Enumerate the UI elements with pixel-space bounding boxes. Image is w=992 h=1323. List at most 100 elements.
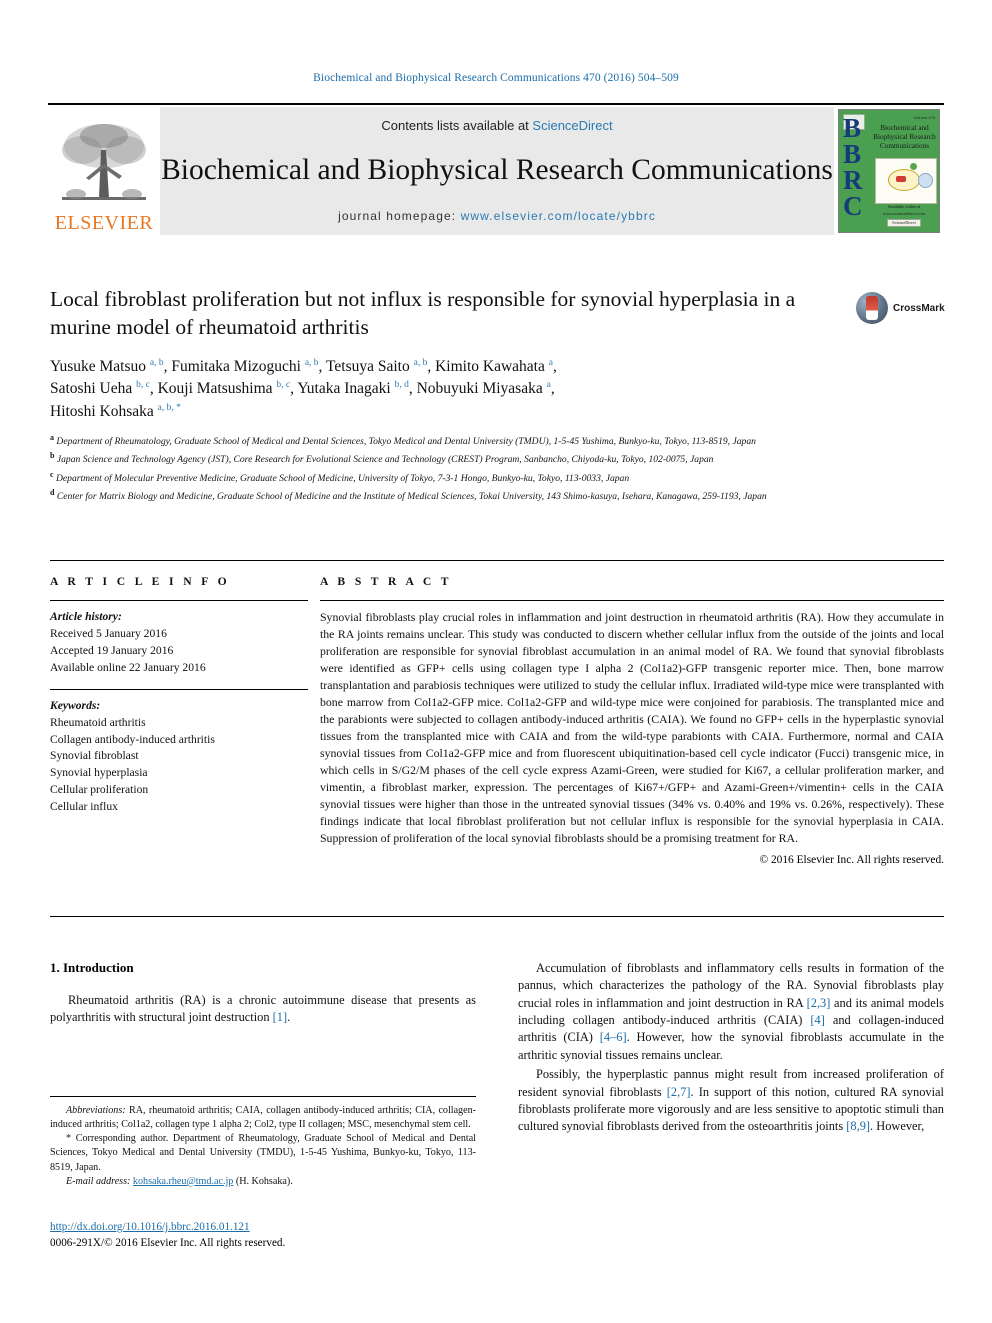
homepage-label: journal homepage: [338, 209, 461, 223]
section-divider [50, 916, 944, 917]
abstract-body: Synovial fibroblasts play crucial roles … [320, 610, 944, 845]
intro-left-text: Rheumatoid arthritis (RA) is a chronic a… [50, 993, 476, 1025]
author-affil-sup: a, b [304, 357, 319, 368]
cover-image: Volume 470 BBRC Biochemical and Biophysi… [838, 109, 940, 233]
author-affil-sup: b, c [136, 380, 150, 391]
cover-figure [875, 158, 937, 204]
affiliation-item: a Department of Rheumatology, Graduate S… [50, 432, 930, 450]
author-affil-sup: a [548, 357, 553, 368]
journal-article-page: Biochemical and Biophysical Research Com… [0, 0, 992, 1323]
affiliation-item: c Department of Molecular Preventive Med… [50, 469, 930, 487]
cover-figure-circle-icon [918, 173, 933, 188]
cover-journal-title: Biochemical and Biophysical Research Com… [873, 124, 936, 150]
journal-title: Biochemical and Biophysical Research Com… [161, 154, 833, 187]
abbreviations-footnote: Abbreviations: RA, rheumatoid arthritis;… [50, 1104, 476, 1132]
divider [50, 600, 308, 601]
author-line-1: Yusuke Matsuo a, b, Fumitaka Mizoguchi a… [50, 357, 557, 375]
abstract-heading: A B S T R A C T [320, 575, 452, 588]
affiliation-label: d [50, 487, 55, 497]
intro-left-tail: . [287, 1010, 291, 1025]
keyword-item: Cellular influx [50, 800, 118, 814]
body-column-right: Accumulation of fibroblasts and inflamma… [518, 960, 944, 1138]
article-info-heading: A R T I C L E I N F O [50, 575, 231, 588]
crossmark-badge-group[interactable]: CrossMark [856, 291, 945, 325]
citation-ref[interactable]: [4–6] [600, 1030, 627, 1044]
introduction-paragraph-right-1: Accumulation of fibroblasts and inflamma… [518, 960, 944, 1064]
affiliation-label: a [50, 433, 54, 442]
author-affil-sup: a, b [149, 357, 164, 368]
citation-ref[interactable]: [1] [273, 1010, 287, 1024]
masthead-center: Contents lists available at ScienceDirec… [160, 107, 834, 235]
cover-figure-nucleus-icon [896, 176, 906, 182]
abstract-copyright: © 2016 Elsevier Inc. All rights reserved… [759, 853, 944, 866]
cover-sciencedirect-badge: ScienceDirect [887, 218, 921, 227]
cover-volume-label: Volume 470 [913, 115, 935, 120]
citation-ref[interactable]: [4] [810, 1013, 824, 1027]
right-p2-c: . However, [870, 1119, 925, 1134]
affiliation-text: Japan Science and Technology Agency (JST… [56, 454, 714, 466]
affiliation-text: Department of Molecular Preventive Medic… [55, 472, 630, 484]
citation-ref[interactable]: [2,7] [667, 1085, 691, 1099]
abstract-column: A B S T R A C T Synovial fibroblasts pla… [320, 575, 944, 866]
keywords-label: Keywords: [50, 698, 101, 712]
author-affil-sup: a, b [413, 357, 428, 368]
contents-lists-line: Contents lists available at ScienceDirec… [381, 118, 612, 133]
issn-copyright-line: 0006-291X/© 2016 Elsevier Inc. All right… [50, 1237, 286, 1250]
cover-footer: Available online at www.sciencedirect.co… [873, 204, 935, 227]
author-affil-sup: b, d [394, 380, 409, 391]
info-abstract-section: A R T I C L E I N F O Article history: R… [50, 560, 944, 866]
affiliations-list: a Department of Rheumatology, Graduate S… [50, 432, 930, 505]
article-title: Local fibroblast proliferation but not i… [50, 287, 796, 339]
crossmark-label: CrossMark [893, 302, 945, 314]
affiliation-item: b Japan Science and Technology Agency (J… [50, 450, 930, 468]
divider [50, 688, 308, 690]
sciencedirect-link[interactable]: ScienceDirect [532, 118, 612, 133]
citation-ref[interactable]: [8,9] [846, 1119, 870, 1133]
affiliation-label: b [50, 451, 55, 461]
footnotes-block: Abbreviations: RA, rheumatoid arthritis;… [50, 1096, 476, 1189]
elsevier-tree-icon [62, 124, 146, 200]
citation-ref[interactable]: [2,3] [807, 996, 831, 1010]
email-link[interactable]: kohsaka.rheu@tmd.ac.jp [133, 1176, 233, 1187]
email-label: E-mail address: [66, 1175, 131, 1187]
keyword-item: Synovial hyperplasia [50, 766, 148, 780]
keyword-item: Rheumatoid arthritis [50, 715, 146, 729]
introduction-paragraph-left: Rheumatoid arthritis (RA) is a chronic a… [50, 992, 476, 1027]
crossmark-icon [856, 292, 888, 324]
author-line-2: Satoshi Ueha b, c, Kouji Matsushima b, c… [50, 380, 555, 398]
title-block: Local fibroblast proliferation but not i… [50, 286, 850, 423]
journal-cover-thumbnail: Volume 470 BBRC Biochemical and Biophysi… [834, 107, 944, 235]
affiliation-text: Center for Matrix Biology and Medicine, … [56, 490, 767, 502]
affiliation-item: d Center for Matrix Biology and Medicine… [50, 487, 930, 505]
article-history-item: Accepted 19 January 2016 [50, 643, 174, 657]
running-head: Biochemical and Biophysical Research Com… [313, 72, 679, 84]
article-history-label: Article history: [50, 610, 122, 623]
author-affil-sup: a, b, * [157, 402, 181, 413]
corresponding-author-footnote: * Corresponding author. Department of Rh… [50, 1132, 476, 1174]
cover-bbrc-letters: BBRC [843, 113, 862, 221]
elsevier-logo: ELSEVIER [48, 107, 160, 235]
keyword-item: Collagen antibody-induced arthritis [50, 732, 215, 746]
author-list: Yusuke Matsuo a, b, Fumitaka Mizoguchi a… [50, 356, 850, 423]
abbreviations-label: Abbreviations: [66, 1105, 126, 1116]
keyword-item: Synovial fibroblast [50, 749, 139, 763]
email-footnote: E-mail address: kohsaka.rheu@tmd.ac.jp (… [50, 1175, 476, 1189]
doi-block: http://dx.doi.org/10.1016/j.bbrc.2016.01… [50, 1219, 490, 1251]
journal-homepage-link[interactable]: www.elsevier.com/locate/ybbrc [461, 209, 656, 223]
article-history-item: Available online 22 January 2016 [50, 660, 206, 674]
article-history-block: Article history: Received 5 January 2016… [50, 609, 308, 677]
contents-prefix: Contents lists available at [381, 118, 533, 133]
divider [320, 600, 944, 601]
keyword-item: Cellular proliferation [50, 783, 149, 797]
doi-link[interactable]: http://dx.doi.org/10.1016/j.bbrc.2016.01… [50, 1221, 250, 1233]
article-history-item: Received 5 January 2016 [50, 626, 167, 640]
journal-homepage-line: journal homepage: www.elsevier.com/locat… [338, 209, 656, 223]
elsevier-wordmark: ELSEVIER [54, 212, 154, 234]
cover-footer-text: Available online at www.sciencedirect.co… [883, 204, 925, 217]
cover-figure-dot-icon [910, 163, 917, 170]
email-suffix: (H. Kohsaka). [233, 1175, 293, 1187]
keywords-block: Keywords: Rheumatoid arthritis Collagen … [50, 698, 308, 816]
corresponding-text: Corresponding author. Department of Rheu… [50, 1133, 476, 1173]
article-info-column: A R T I C L E I N F O Article history: R… [50, 575, 320, 866]
introduction-heading: 1. Introduction [50, 960, 134, 975]
